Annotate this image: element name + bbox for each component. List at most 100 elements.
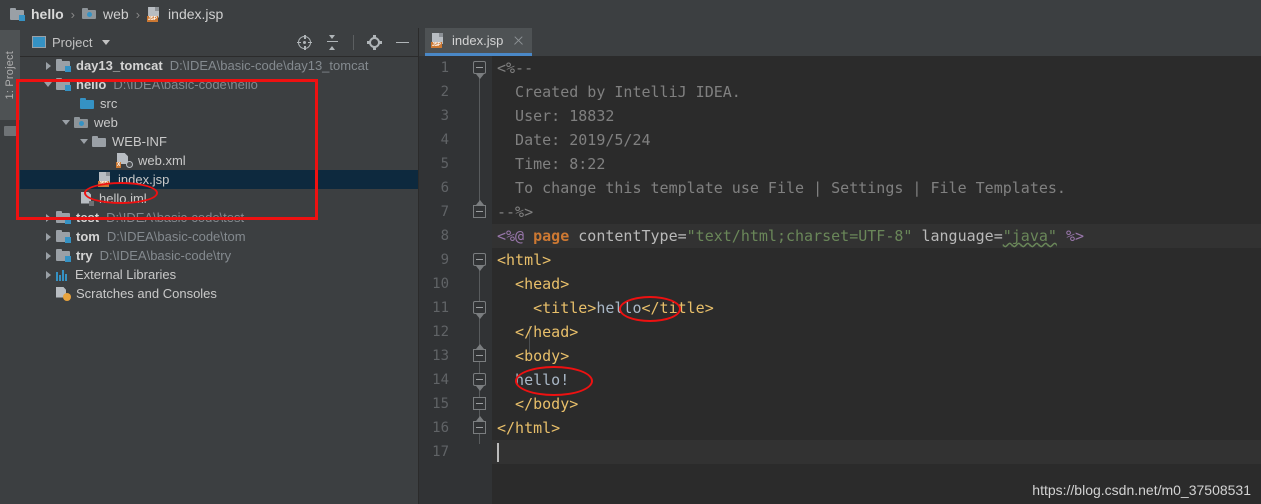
jsp-file-icon: JSP [431,33,446,48]
module-icon [56,230,71,243]
code-text[interactable]: <%-- Created by IntelliJ IDEA. User: 188… [492,56,1261,464]
fold-marker-icon [476,416,484,421]
line-number: 12 [432,324,449,340]
tree-node-test[interactable]: test D:\IDEA\basic-code\test [20,208,418,227]
expand-arrow-icon[interactable] [44,251,53,260]
collapse-arrow-icon[interactable] [80,137,89,146]
breadcrumb: hello › web › JSP index.jsp [0,0,1261,28]
tree-node-src[interactable]: src [20,94,418,113]
web-folder-icon [74,116,89,129]
settings-gear-icon[interactable] [367,34,382,50]
folder-icon [92,135,107,148]
code-line-text: To change this template use File | Setti… [497,179,1066,197]
expand-arrow-icon[interactable] [44,61,53,70]
module-icon [56,59,71,72]
locate-icon[interactable] [297,34,312,50]
tree-node-try[interactable]: try D:\IDEA\basic-code\try [20,246,418,265]
fold-toggle-html[interactable] [473,253,486,266]
tree-node-hello-iml[interactable]: hello.iml [20,189,418,208]
tree-node-index-jsp[interactable]: JSP index.jsp [20,170,418,189]
jsp-file-icon: JSP [147,6,162,22]
tree-node-path: D:\IDEA\basic-code\day13_tomcat [169,58,369,73]
project-panel-header: Project [20,28,418,57]
fold-toggle-head-end[interactable] [473,349,486,362]
collapse-arrow-icon[interactable] [62,118,71,127]
code-editor[interactable]: 1 2 3 4 5 6 7 8 9 10 11 12 13 14 15 16 1… [419,56,1261,504]
fold-toggle-html-end[interactable] [473,421,486,434]
breadcrumb-item-index-jsp[interactable]: JSP index.jsp [147,6,223,22]
tree-node-path: D:\IDEA\basic-code\test [106,210,245,225]
module-icon [56,249,71,262]
line-number: 11 [432,300,449,316]
code-line-text: <html> [497,251,552,269]
tree-node-web[interactable]: web [20,113,418,132]
fold-toggle-comment[interactable] [473,61,486,74]
line-number: 9 [440,252,449,268]
project-view-icon [32,36,46,48]
tree-node-path: D:\IDEA\basic-code\hello [113,77,258,92]
structure-tool-icon[interactable] [4,126,17,136]
hide-icon[interactable] [395,35,410,50]
tree-node-day13-tomcat[interactable]: day13_tomcat D:\IDEA\basic-code\day13_to… [20,56,418,75]
tree-node-label: test [76,210,100,225]
project-tree: day13_tomcat D:\IDEA\basic-code\day13_to… [20,56,418,504]
fold-marker-icon [476,200,484,205]
tab-label: index.jsp [452,33,504,48]
line-number: 14 [432,372,449,388]
line-number: 7 [440,204,449,220]
breadcrumb-item-web[interactable]: web [82,6,129,22]
toolbar-separator [353,34,354,50]
fold-toggle-comment-end[interactable] [473,205,486,218]
line-number: 6 [440,180,449,196]
code-line: <head> [492,272,1261,296]
module-icon [56,211,71,224]
code-line-text: <title>hello</title> [497,299,714,317]
fold-marker-icon [476,74,484,79]
line-number: 13 [432,348,449,364]
code-line: Time: 8:22 [492,152,1261,176]
code-line-title: <title>hello</title> [492,296,1261,320]
expand-arrow-icon[interactable] [44,232,53,241]
module-icon [10,7,25,21]
tree-node-web-inf[interactable]: WEB-INF [20,132,418,151]
tree-node-hello[interactable]: hello D:\IDEA\basic-code\hello [20,75,418,94]
tree-node-external-libraries[interactable]: External Libraries [20,265,418,284]
line-number: 15 [432,396,449,412]
code-line-text: Date: 2019/5/24 [497,131,651,149]
breadcrumb-item-hello[interactable]: hello [10,6,64,22]
breadcrumb-label: index.jsp [168,6,224,22]
tree-node-tom[interactable]: tom D:\IDEA\basic-code\tom [20,227,418,246]
code-line-text: User: 18832 [497,107,615,125]
expand-arrow-icon[interactable] [44,270,53,279]
tree-node-scratches-and-consoles[interactable]: Scratches and Consoles [20,284,418,303]
collapse-arrow-icon[interactable] [44,80,53,89]
line-number: 2 [440,84,449,100]
expand-arrow-icon[interactable] [44,213,53,222]
breadcrumb-label: web [103,6,129,22]
editor-tabs-bar: JSP index.jsp [419,28,1261,56]
collapse-all-icon[interactable] [325,34,340,50]
tree-node-label: WEB-INF [112,134,167,149]
tree-node-label: web [94,115,118,130]
fold-toggle-body[interactable] [473,373,486,386]
code-line-text: hello! [497,371,570,389]
web-folder-icon [82,8,97,20]
tab-index-jsp[interactable]: JSP index.jsp [425,28,533,56]
code-line: User: 18832 [492,104,1261,128]
fold-marker-icon [476,266,484,271]
close-icon[interactable] [513,35,524,46]
watermark-url: https://blog.csdn.net/m0_37508531 [1032,482,1251,498]
tree-node-web-xml[interactable]: X web.xml [20,151,418,170]
tree-node-label: hello.iml [99,191,147,206]
code-line-body-text: hello! [492,368,1261,392]
code-line: To change this template use File | Setti… [492,176,1261,200]
project-panel-title-dropdown[interactable]: Project [32,35,111,50]
code-line-text: <%@ page contentType="text/html;charset=… [497,227,1085,245]
fold-toggle-head[interactable] [473,301,486,314]
fold-marker-icon [476,344,484,349]
fold-toggle-body-end[interactable] [473,397,486,410]
editor-gutter: 1 2 3 4 5 6 7 8 9 10 11 12 13 14 15 16 1… [419,56,492,504]
tool-window-button-label: 1: Project [4,50,16,100]
tool-window-button-project[interactable]: 1: Project [0,30,20,120]
tree-node-label: tom [76,229,100,244]
